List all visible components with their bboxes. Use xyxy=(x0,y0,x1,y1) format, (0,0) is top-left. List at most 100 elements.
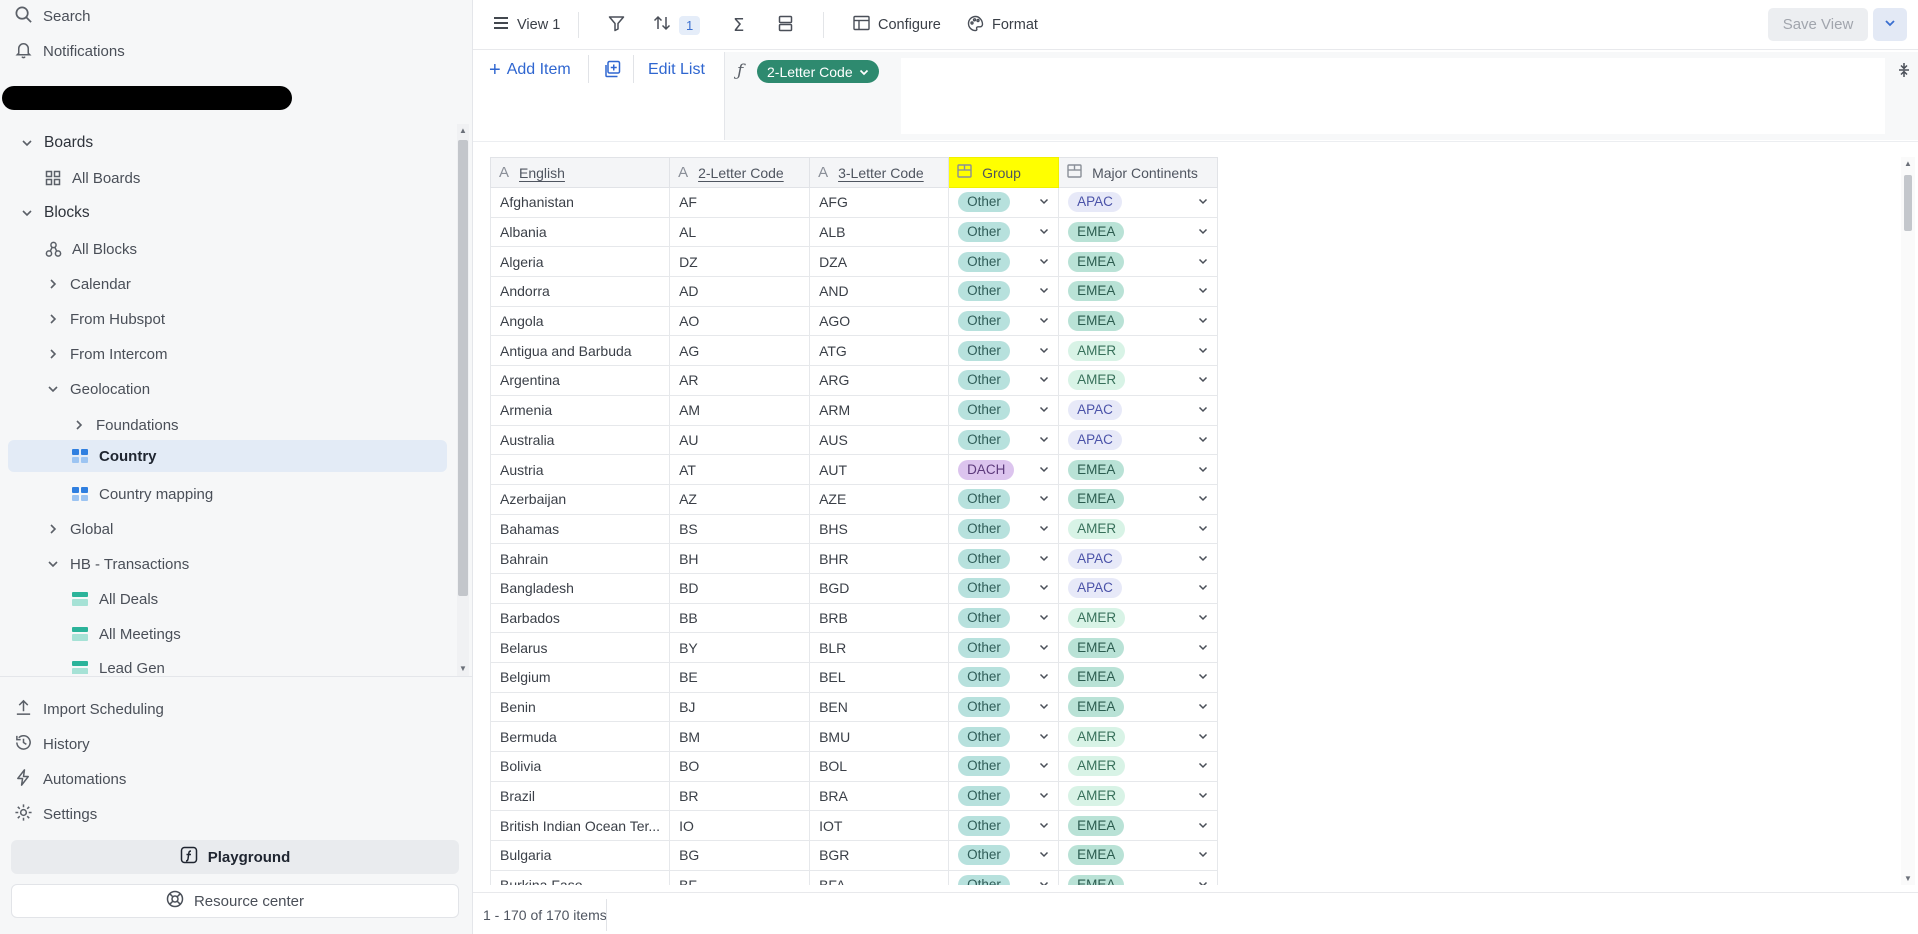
cell-group[interactable]: Other xyxy=(948,483,1060,515)
column-header-major-continents[interactable]: Major Continents xyxy=(1058,157,1219,188)
sidebar-item-country[interactable]: Country xyxy=(8,440,447,472)
cell-3-letter-code[interactable]: ALB xyxy=(809,216,950,248)
cell-major-continent[interactable]: AMER xyxy=(1058,335,1219,367)
filter-button[interactable] xyxy=(608,10,625,40)
cell-2-letter-code[interactable]: AT xyxy=(669,454,811,485)
format-button[interactable]: Format xyxy=(967,10,1038,40)
duplicate-icon[interactable] xyxy=(603,60,621,82)
cell-group[interactable]: Other xyxy=(948,869,1060,885)
chevron-down-icon[interactable] xyxy=(1039,700,1049,714)
cell-2-letter-code[interactable]: BR xyxy=(669,780,811,812)
summary-button[interactable]: Σ xyxy=(733,10,744,40)
cell-2-letter-code[interactable]: BD xyxy=(669,572,811,604)
sidebar-item-foundations[interactable]: Foundations xyxy=(72,409,179,441)
cell-english[interactable]: Australia xyxy=(490,424,671,456)
table-row[interactable]: Bahrain BH BHR Other APAC xyxy=(490,543,1219,574)
sidebar-item-all-boards[interactable]: All Boards xyxy=(44,162,140,194)
chevron-down-icon[interactable] xyxy=(1198,255,1208,269)
sidebar-item-import-scheduling[interactable]: Import Scheduling xyxy=(14,694,164,724)
resource-center-button[interactable]: Resource center xyxy=(11,884,459,918)
cell-3-letter-code[interactable]: DZA xyxy=(809,246,950,278)
configure-button[interactable]: Configure xyxy=(853,10,941,40)
cell-2-letter-code[interactable]: AG xyxy=(669,335,811,367)
cell-3-letter-code[interactable]: AGO xyxy=(809,305,950,337)
cell-english[interactable]: Afghanistan xyxy=(490,187,671,218)
cell-3-letter-code[interactable]: ARM xyxy=(809,394,950,426)
cell-3-letter-code[interactable]: ATG xyxy=(809,335,950,367)
cell-english[interactable]: Azerbaijan xyxy=(490,483,671,515)
cell-3-letter-code[interactable]: AFG xyxy=(809,187,950,218)
cell-major-continent[interactable]: EMEA xyxy=(1058,810,1219,842)
edit-list-button[interactable]: Edit List xyxy=(648,58,705,82)
chevron-down-icon[interactable] xyxy=(1198,373,1208,387)
chevron-down-icon[interactable] xyxy=(1198,819,1208,833)
cell-2-letter-code[interactable]: IO xyxy=(669,810,811,842)
chevron-down-icon[interactable] xyxy=(1198,433,1208,447)
sidebar-item-calendar[interactable]: Calendar xyxy=(46,268,131,300)
sidebar-item-from-hubspot[interactable]: From Hubspot xyxy=(46,303,165,335)
cell-group[interactable]: Other xyxy=(948,513,1060,545)
cell-2-letter-code[interactable]: BF xyxy=(669,869,811,885)
chevron-down-icon[interactable] xyxy=(1198,848,1208,862)
cell-major-continent[interactable]: APAC xyxy=(1058,394,1219,426)
cell-group[interactable]: Other xyxy=(948,394,1060,426)
cell-group[interactable]: Other xyxy=(948,424,1060,456)
cell-group[interactable]: Other xyxy=(948,187,1060,218)
cell-major-continent[interactable]: AMER xyxy=(1058,365,1219,396)
view-selector[interactable]: View 1 xyxy=(493,10,560,40)
chevron-down-icon[interactable] xyxy=(1198,670,1208,684)
cell-group[interactable]: Other xyxy=(948,276,1060,307)
chevron-down-icon[interactable] xyxy=(1039,314,1049,328)
sidebar-item-history[interactable]: History xyxy=(14,729,90,759)
chevron-down-icon[interactable] xyxy=(1039,403,1049,417)
column-header-2-letter-code[interactable]: A 2-Letter Code xyxy=(669,157,811,188)
cell-major-continent[interactable]: EMEA xyxy=(1058,246,1219,278)
cell-english[interactable]: Burkina Faso xyxy=(490,869,671,885)
playground-button[interactable]: Playground xyxy=(11,840,459,874)
cell-2-letter-code[interactable]: AL xyxy=(669,216,811,248)
cell-major-continent[interactable]: APAC xyxy=(1058,187,1219,218)
chevron-down-icon[interactable] xyxy=(1039,255,1049,269)
chevron-down-icon[interactable] xyxy=(1198,522,1208,536)
cell-major-continent[interactable]: EMEA xyxy=(1058,869,1219,885)
cell-english[interactable]: Belarus xyxy=(490,632,671,663)
cell-2-letter-code[interactable]: AM xyxy=(669,394,811,426)
cell-3-letter-code[interactable]: AUS xyxy=(809,424,950,456)
cell-english[interactable]: Brazil xyxy=(490,780,671,812)
cell-3-letter-code[interactable]: BGD xyxy=(809,572,950,604)
cell-english[interactable]: Andorra xyxy=(490,276,671,307)
table-row[interactable]: Burkina FasoBFBFA Other EMEA xyxy=(490,869,1219,885)
cell-major-continent[interactable]: APAC xyxy=(1058,424,1219,456)
cell-group[interactable]: Other xyxy=(948,751,1060,782)
formula-field-pill[interactable]: 2-Letter Code xyxy=(757,60,879,83)
table-row[interactable]: Bolivia BO BOL Other AMER xyxy=(490,751,1219,782)
cell-3-letter-code[interactable]: AZE xyxy=(809,483,950,515)
cell-group[interactable]: Other xyxy=(948,721,1060,753)
cell-major-continent[interactable]: APAC xyxy=(1058,572,1219,604)
cell-major-continent[interactable]: EMEA xyxy=(1058,632,1219,663)
sidebar-item-country-mapping[interactable]: Country mapping xyxy=(71,478,213,510)
cell-group[interactable]: Other xyxy=(948,840,1060,871)
cell-english[interactable]: Bahrain xyxy=(490,543,671,574)
cell-2-letter-code[interactable]: BE xyxy=(669,662,811,693)
cell-major-continent[interactable]: AMER xyxy=(1058,721,1219,753)
table-row[interactable]: Armenia AM ARM Other APAC xyxy=(490,394,1219,426)
table-row[interactable]: Barbados BB BRB Other AMER xyxy=(490,602,1219,634)
scroll-up-arrow-icon[interactable]: ▲ xyxy=(459,127,467,135)
cell-2-letter-code[interactable]: AZ xyxy=(669,483,811,515)
sidebar-scrollbar[interactable]: ▲ ▼ xyxy=(457,124,469,676)
chevron-down-icon[interactable] xyxy=(1039,670,1049,684)
cell-group[interactable]: Other xyxy=(948,216,1060,248)
grid-scrollbar[interactable]: ▲ ▼ xyxy=(1901,157,1915,885)
chevron-down-icon[interactable] xyxy=(1039,848,1049,862)
chevron-down-icon[interactable] xyxy=(1198,344,1208,358)
chevron-down-icon[interactable] xyxy=(1039,552,1049,566)
cell-major-continent[interactable]: AMER xyxy=(1058,513,1219,545)
chevron-down-icon[interactable] xyxy=(1198,700,1208,714)
cell-2-letter-code[interactable]: BO xyxy=(669,751,811,782)
cell-3-letter-code[interactable]: BHS xyxy=(809,513,950,545)
cell-3-letter-code[interactable]: BLR xyxy=(809,632,950,663)
cell-english[interactable]: Benin xyxy=(490,691,671,723)
cell-3-letter-code[interactable]: BEL xyxy=(809,662,950,693)
cell-group[interactable]: Other xyxy=(948,365,1060,396)
